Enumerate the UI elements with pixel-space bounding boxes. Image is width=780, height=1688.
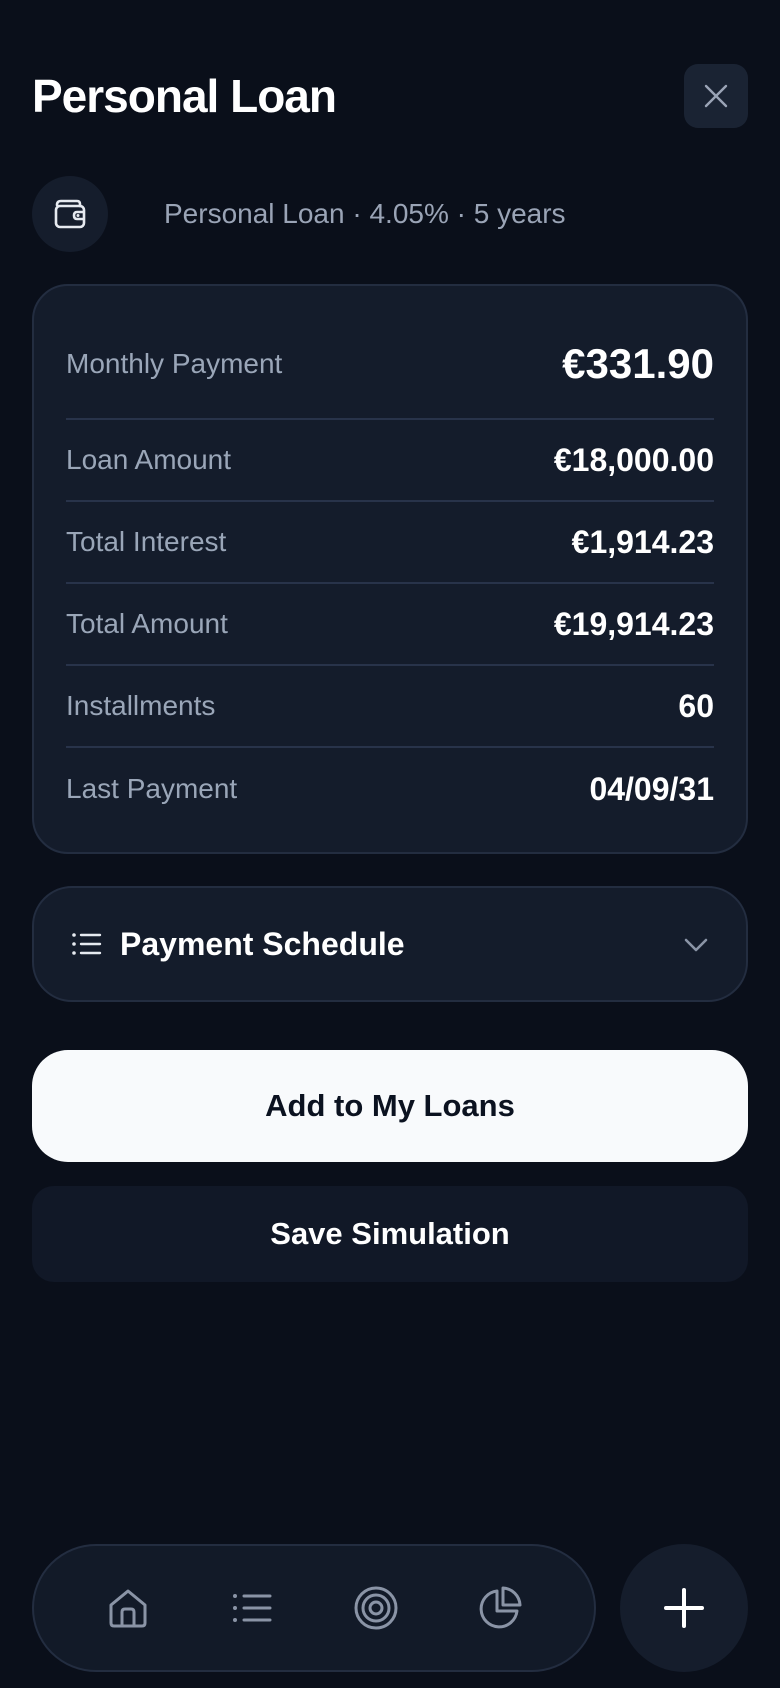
payment-schedule-toggle[interactable]: Payment Schedule — [32, 886, 748, 1002]
loan-subtitle: Personal Loan · 4.05% · 5 years — [164, 198, 566, 229]
wallet-icon — [54, 199, 86, 229]
target-icon — [354, 1586, 398, 1630]
row-label: Total Amount — [66, 608, 228, 639]
row-value: €1,914.23 — [571, 523, 714, 560]
nav-analytics[interactable] — [468, 1576, 532, 1640]
loan-subtitle-row: Personal Loan · 4.05% · 5 years — [32, 176, 566, 252]
save-simulation-button[interactable]: Save Simulation — [32, 1186, 748, 1282]
summary-row-installments: Installments 60 — [66, 666, 714, 748]
summary-row-total-interest: Total Interest €1,914.23 — [66, 502, 714, 584]
nav-home[interactable] — [96, 1576, 160, 1640]
wallet-badge — [32, 176, 108, 252]
loan-summary-card: Monthly Payment €331.90 Loan Amount €18,… — [32, 284, 748, 854]
nav-goals[interactable] — [344, 1576, 408, 1640]
bottom-nav — [32, 1544, 596, 1672]
add-to-my-loans-button[interactable]: Add to My Loans — [32, 1050, 748, 1162]
row-label: Last Payment — [66, 773, 238, 804]
chevron-down-icon — [684, 938, 708, 952]
summary-row-loan-amount: Loan Amount €18,000.00 — [66, 420, 714, 502]
list-icon — [72, 933, 102, 955]
plus-icon — [664, 1588, 704, 1628]
row-value: 60 — [678, 687, 714, 724]
payment-schedule-label: Payment Schedule — [120, 925, 405, 962]
nav-list[interactable] — [220, 1576, 284, 1640]
header: Personal Loan — [32, 64, 748, 128]
row-label: Total Interest — [66, 526, 227, 557]
row-label: Installments — [66, 690, 216, 721]
summary-row-total-amount: Total Amount €19,914.23 — [66, 584, 714, 666]
loan-detail-screen: Personal Loan Personal Loan · 4.05% · 5 … — [0, 0, 780, 1688]
close-icon — [704, 84, 728, 108]
row-value: €331.90 — [562, 340, 714, 387]
pie-chart-icon — [479, 1586, 522, 1629]
page-title: Personal Loan — [32, 70, 337, 122]
home-icon — [109, 1589, 147, 1628]
row-value: €18,000.00 — [553, 441, 714, 478]
list-icon — [233, 1594, 272, 1622]
summary-row-monthly-payment: Monthly Payment €331.90 — [66, 310, 714, 420]
add-fab-button[interactable] — [620, 1544, 748, 1672]
close-button[interactable] — [684, 64, 748, 128]
row-label: Loan Amount — [66, 444, 232, 475]
row-label: Monthly Payment — [66, 348, 283, 379]
row-value: 04/09/31 — [589, 770, 714, 807]
row-value: €19,914.23 — [553, 605, 714, 642]
summary-row-last-payment: Last Payment 04/09/31 — [66, 748, 714, 830]
